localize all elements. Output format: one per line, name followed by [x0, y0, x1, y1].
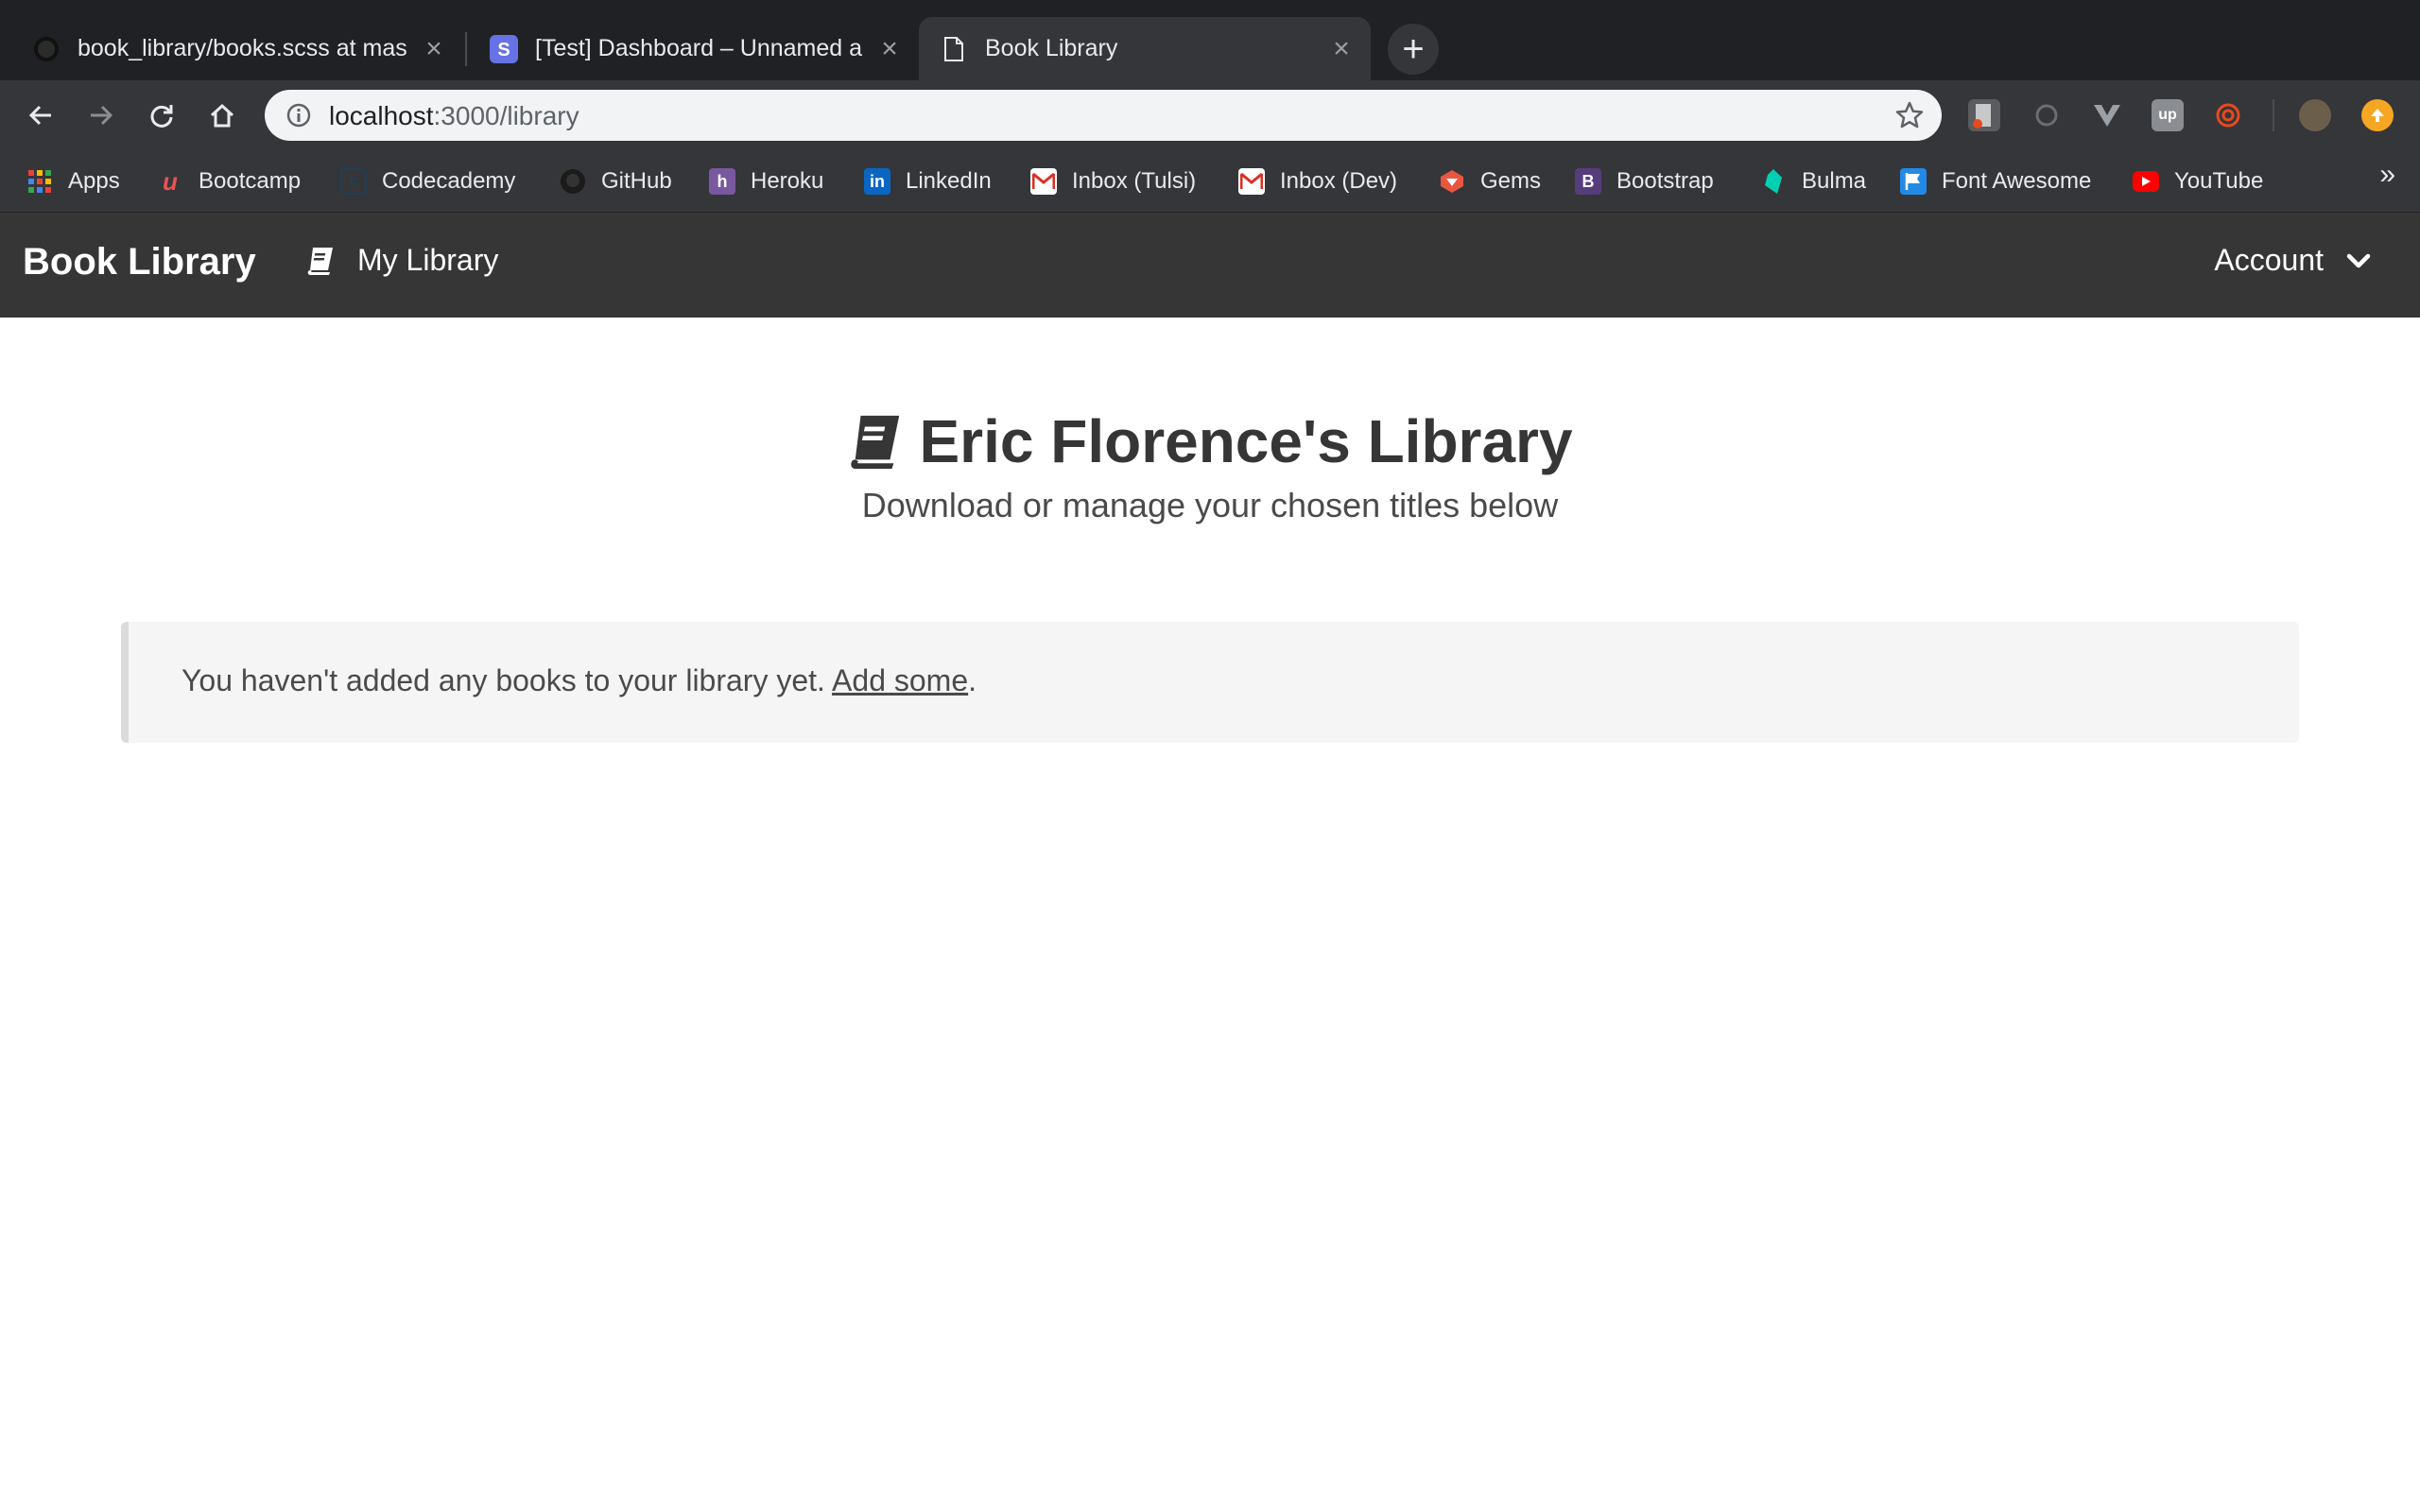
bookmark-label: YouTube — [2174, 168, 2264, 194]
tab-stripe-dashboard[interactable]: S [Test] Dashboard – Unnamed a × — [469, 17, 919, 80]
bookmark-bootcamp[interactable]: u Bootcamp — [157, 163, 301, 199]
bookmark-bulma[interactable]: Bulma — [1760, 163, 1866, 199]
browser-toolbar: localhost:3000/library up — [0, 80, 2420, 150]
github-icon — [32, 35, 60, 63]
tab-github[interactable]: book_library/books.scss at mas × — [11, 17, 463, 80]
gmail-icon — [1238, 168, 1265, 195]
tab-divider — [465, 32, 467, 66]
bootstrap-icon: B — [1575, 168, 1601, 195]
bookmark-gems[interactable]: Gems — [1439, 163, 1541, 199]
bookmark-label: Bootstrap — [1616, 168, 1714, 194]
toolbar-divider — [2273, 99, 2274, 131]
bookmarks-bar: Apps u Bootcamp c Codecademy GitHub h He… — [0, 150, 2420, 213]
vue-devtools-icon[interactable] — [2091, 99, 2123, 131]
svg-text:S: S — [497, 40, 510, 60]
book-icon — [307, 247, 333, 275]
browser-tab-strip: book_library/books.scss at mas × S [Test… — [0, 0, 2420, 80]
update-icon[interactable] — [2361, 99, 2394, 131]
brand-logo[interactable]: Book Library — [23, 241, 256, 284]
account-label: Account — [2214, 243, 2324, 277]
address-bar[interactable]: localhost:3000/library — [265, 90, 1942, 141]
bookmark-label: Apps — [68, 168, 120, 194]
bookmark-label: Heroku — [751, 168, 824, 194]
fingerprint-extension-icon[interactable] — [2212, 99, 2244, 131]
tab-book-library[interactable]: Book Library × — [919, 17, 1371, 80]
bookmark-youtube[interactable]: YouTube — [2133, 163, 2263, 199]
bookmark-codecademy[interactable]: c Codecademy — [340, 163, 515, 199]
notice-message: You haven't added any books to your libr… — [182, 663, 977, 698]
flag-icon — [1900, 168, 1927, 195]
close-icon[interactable]: × — [420, 33, 448, 64]
empty-library-notice: You haven't added any books to your libr… — [121, 622, 2299, 743]
bookmark-github[interactable]: GitHub — [560, 163, 672, 199]
forward-icon[interactable] — [79, 94, 123, 137]
nav-my-library-label: My Library — [357, 243, 499, 277]
bookmark-label: Bootcamp — [199, 168, 302, 194]
bookmark-label: LinkedIn — [906, 168, 992, 194]
close-icon[interactable]: × — [1327, 33, 1356, 64]
codecademy-icon: c — [340, 168, 367, 195]
info-icon[interactable] — [285, 102, 312, 133]
home-icon[interactable] — [200, 94, 244, 137]
github-icon — [560, 168, 586, 195]
bulma-icon — [1760, 168, 1787, 195]
app-navbar: Book Library My Library Account — [0, 213, 2420, 318]
bookmarks-overflow-button[interactable]: » — [2379, 159, 2395, 191]
bookmark-apps[interactable]: Apps — [26, 163, 120, 199]
sync-extension-icon[interactable] — [2031, 99, 2063, 131]
tab-title: Book Library — [985, 35, 1118, 61]
bookmark-label: Gems — [1480, 168, 1542, 194]
account-dropdown[interactable]: Account — [2214, 243, 2371, 278]
bookmark-inbox-tulsi[interactable]: Inbox (Tulsi) — [1030, 163, 1196, 199]
bookmark-label: Codecademy — [382, 168, 516, 194]
tab-title: book_library/books.scss at mas — [78, 35, 407, 61]
url-host: localhost — [329, 101, 434, 130]
close-icon[interactable]: × — [875, 33, 904, 64]
bookmark-linkedin[interactable]: in LinkedIn — [864, 163, 992, 199]
youtube-icon — [2133, 171, 2159, 192]
bookmark-label: Font Awesome — [1942, 168, 2092, 194]
page-subtitle: Download or manage your chosen titles be… — [861, 486, 1559, 524]
bookmark-bootstrap[interactable]: B Bootstrap — [1575, 163, 1714, 199]
office-extension-icon[interactable] — [1968, 99, 2000, 131]
bookmark-label: Bulma — [1802, 168, 1867, 194]
notice-text: You haven't added any books to your libr… — [182, 663, 825, 697]
heroku-icon: h — [709, 168, 735, 195]
upwork-extension-icon[interactable]: up — [2152, 99, 2184, 131]
stripe-icon: S — [490, 34, 518, 63]
profile-avatar[interactable] — [2299, 99, 2331, 131]
bookmark-label: GitHub — [601, 168, 672, 194]
gmail-icon — [1030, 168, 1057, 195]
apps-grid-icon — [26, 168, 53, 195]
linkedin-icon: in — [864, 168, 890, 195]
tab-title: [Test] Dashboard – Unnamed a — [535, 35, 863, 61]
url-text[interactable]: localhost:3000/library — [329, 101, 579, 131]
bookmark-star-icon[interactable] — [1894, 100, 1925, 135]
bookmark-inbox-dev[interactable]: Inbox (Dev) — [1238, 163, 1397, 199]
page-title-text: Eric Florence's Library — [919, 407, 1573, 475]
page-title: Eric Florence's Library — [0, 406, 2420, 476]
udemy-icon: u — [163, 166, 178, 196]
nav-my-library[interactable]: My Library — [306, 243, 498, 278]
bookmark-label: Inbox (Tulsi) — [1072, 168, 1197, 194]
add-books-link[interactable]: Add some — [832, 663, 968, 697]
bookmark-font-awesome[interactable]: Font Awesome — [1900, 163, 2091, 199]
ruby-icon — [1439, 168, 1465, 195]
url-path: :3000/library — [433, 101, 579, 130]
bookmark-label: Inbox (Dev) — [1280, 168, 1398, 194]
back-icon[interactable] — [19, 94, 62, 137]
book-icon — [851, 415, 900, 470]
chevron-down-icon — [2346, 253, 2371, 267]
notice-suffix: . — [968, 663, 977, 697]
bookmark-heroku[interactable]: h Heroku — [709, 163, 823, 199]
new-tab-button[interactable]: + — [1388, 24, 1439, 75]
page-icon — [940, 35, 968, 63]
reload-icon[interactable] — [140, 94, 183, 137]
